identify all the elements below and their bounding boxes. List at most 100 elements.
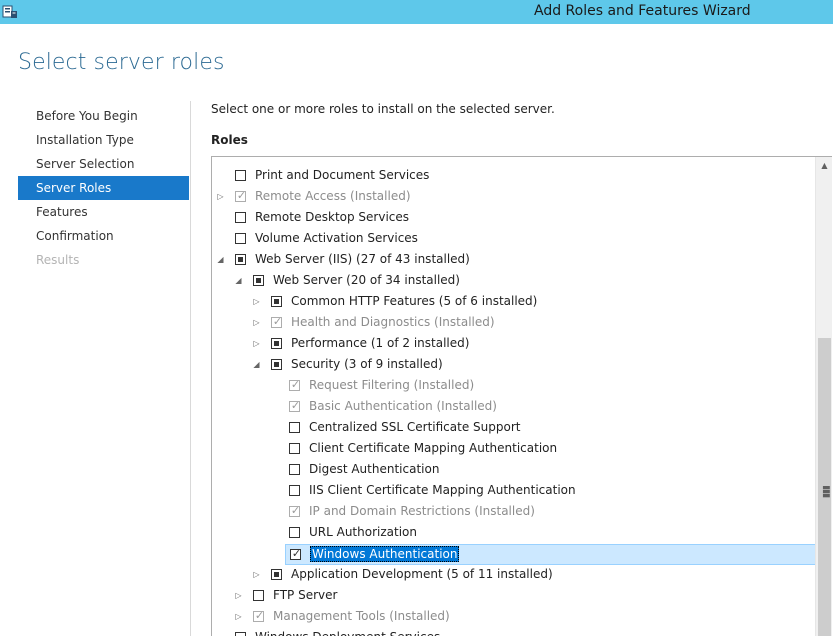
role-label: Common HTTP Features (5 of 6 installed) — [291, 294, 537, 308]
role-label: Remote Access (Installed) — [255, 189, 411, 203]
checkmark-icon: ✓ — [290, 399, 301, 412]
role-label: IIS Client Certificate Mapping Authentic… — [309, 483, 576, 497]
role-label-text: Remote Access (Installed) — [255, 189, 411, 203]
checkmark-icon: ✓ — [290, 378, 301, 391]
collapsed-arrow-icon[interactable]: ▷ — [252, 297, 261, 306]
role-label-text: IIS Client Certificate Mapping Authentic… — [309, 483, 576, 497]
role-label-text: Web Server (IIS) (27 of 43 installed) — [255, 252, 470, 266]
expanded-arrow-icon[interactable]: ◢ — [216, 255, 225, 264]
role-row[interactable]: ▷ FTP Server — [212, 586, 816, 607]
role-label-text: Digest Authentication — [309, 462, 440, 476]
role-row[interactable]: ▷ ✓ Management Tools (Installed) — [212, 607, 816, 628]
role-row[interactable]: URL Authorization — [212, 523, 816, 544]
role-label-text: Remote Desktop Services — [255, 210, 410, 224]
role-row[interactable]: ▷ Application Development (5 of 11 instal… — [212, 565, 816, 586]
role-row[interactable]: ▷ Common HTTP Features (5 of 6 installed) — [212, 292, 816, 313]
role-label-text: FTP Server — [273, 588, 338, 602]
role-label: IP and Domain Restrictions (Installed) — [309, 504, 535, 518]
instruction-text: Select one or more roles to install on t… — [211, 102, 555, 116]
role-row[interactable]: ✓ Request Filtering (Installed) — [212, 376, 816, 397]
role-checkbox[interactable] — [289, 422, 300, 433]
scroll-up-icon[interactable]: ▲ — [816, 157, 833, 174]
expanded-arrow-icon[interactable]: ◢ — [234, 276, 243, 285]
role-checkbox[interactable] — [235, 212, 246, 223]
roles-scrollbar[interactable]: ▲ ▬ ▬ ▬ — [815, 157, 832, 636]
role-checkbox[interactable] — [235, 632, 246, 636]
role-row[interactable]: Remote Desktop Services — [212, 208, 816, 229]
role-label: Security (3 of 9 installed) — [291, 357, 443, 371]
role-checkbox[interactable]: ✓ — [290, 547, 301, 560]
role-row[interactable]: Centralized SSL Certificate Support — [212, 418, 816, 439]
role-checkbox[interactable] — [289, 443, 300, 454]
role-checkbox[interactable] — [289, 464, 300, 475]
role-label-text: Security (3 of 9 installed) — [291, 357, 443, 371]
collapsed-arrow-icon[interactable]: ▷ — [252, 570, 261, 579]
collapsed-arrow-icon[interactable]: ▷ — [252, 339, 261, 348]
role-label: URL Authorization — [309, 525, 417, 539]
role-label: Performance (1 of 2 installed) — [291, 336, 469, 350]
nav-item-server-selection[interactable]: Server Selection — [18, 152, 189, 176]
roles-label: Roles — [211, 133, 248, 147]
partial-check-icon — [274, 572, 279, 577]
role-checkbox: ✓ — [289, 399, 301, 412]
role-row[interactable]: ◢ Web Server (IIS) (27 of 43 installed) — [212, 250, 816, 271]
role-checkbox[interactable] — [271, 569, 282, 580]
collapsed-arrow-icon[interactable]: ▷ — [216, 192, 225, 201]
nav-item-server-roles[interactable]: Server Roles — [18, 176, 189, 200]
role-checkbox[interactable] — [235, 233, 246, 244]
role-checkbox[interactable] — [289, 485, 300, 496]
checkmark-icon: ✓ — [290, 504, 301, 517]
role-checkbox[interactable] — [289, 527, 300, 538]
role-checkbox[interactable] — [235, 170, 246, 181]
role-row[interactable]: Digest Authentication — [212, 460, 816, 481]
role-checkbox: ✓ — [271, 315, 282, 328]
role-checkbox[interactable] — [271, 359, 282, 370]
role-checkbox: ✓ — [253, 609, 264, 622]
role-row[interactable]: ◢ Web Server (20 of 34 installed) — [212, 271, 816, 292]
role-label-text: Volume Activation Services — [255, 231, 418, 245]
checkmark-icon: ✓ — [236, 189, 247, 202]
role-label-text: Request Filtering (Installed) — [309, 378, 475, 392]
role-label-text: Performance (1 of 2 installed) — [291, 336, 470, 350]
role-row[interactable]: Volume Activation Services — [212, 229, 816, 250]
server-manager-icon[interactable] — [2, 3, 18, 19]
role-row[interactable]: IIS Client Certificate Mapping Authentic… — [212, 481, 816, 502]
role-label-text: Windows Authentication — [310, 546, 460, 562]
role-checkbox[interactable] — [253, 275, 264, 286]
expanded-arrow-icon[interactable]: ◢ — [252, 360, 261, 369]
role-label: FTP Server — [273, 588, 337, 602]
nav-item-installation-type[interactable]: Installation Type — [18, 128, 189, 152]
role-checkbox[interactable] — [253, 590, 264, 601]
role-checkbox: ✓ — [289, 378, 301, 391]
role-row[interactable]: ◢ Security (3 of 9 installed) — [212, 355, 816, 376]
nav-item-confirmation[interactable]: Confirmation — [18, 224, 189, 248]
collapsed-arrow-icon[interactable]: ▷ — [234, 612, 243, 621]
role-label-text: Common HTTP Features (5 of 6 installed) — [291, 294, 538, 308]
role-label: Print and Document Services — [255, 168, 429, 182]
partial-check-icon — [274, 362, 279, 367]
role-row[interactable]: ▷ ✓ Remote Access (Installed) — [212, 187, 816, 208]
role-row[interactable]: ▷ ✓ Health and Diagnostics (Installed) — [212, 313, 816, 334]
nav-item-before-you-begin[interactable]: Before You Begin — [18, 104, 189, 128]
role-row[interactable]: Windows Deployment Services — [212, 628, 816, 636]
role-label: Web Server (IIS) (27 of 43 installed) — [255, 252, 470, 266]
nav-item-features[interactable]: Features — [18, 200, 189, 224]
role-label-text: Centralized SSL Certificate Support — [309, 420, 521, 434]
role-row[interactable]: Print and Document Services — [212, 166, 816, 187]
role-row[interactable]: ✓ Basic Authentication (Installed) — [212, 397, 816, 418]
role-checkbox[interactable] — [271, 338, 282, 349]
role-label: Application Development (5 of 11 install… — [291, 567, 553, 581]
collapsed-arrow-icon[interactable]: ▷ — [234, 591, 243, 600]
role-row[interactable]: ▷ Performance (1 of 2 installed) — [212, 334, 816, 355]
role-checkbox[interactable] — [271, 296, 282, 307]
role-label-text: Print and Document Services — [255, 168, 430, 182]
scroll-thumb[interactable]: ▬ ▬ ▬ — [818, 338, 831, 636]
role-row[interactable]: ✓ IP and Domain Restrictions (Installed) — [212, 502, 816, 523]
roles-tree[interactable]: Print and Document Services ▷ ✓ Remote Acce… — [211, 156, 832, 636]
role-row[interactable]: ✓ Windows Authentication — [285, 544, 816, 565]
role-checkbox[interactable] — [235, 254, 246, 265]
collapsed-arrow-icon[interactable]: ▷ — [252, 318, 261, 327]
role-row[interactable]: Client Certificate Mapping Authenticatio… — [212, 439, 816, 460]
role-label: Windows Deployment Services — [255, 630, 440, 636]
role-label-text: URL Authorization — [309, 525, 417, 539]
